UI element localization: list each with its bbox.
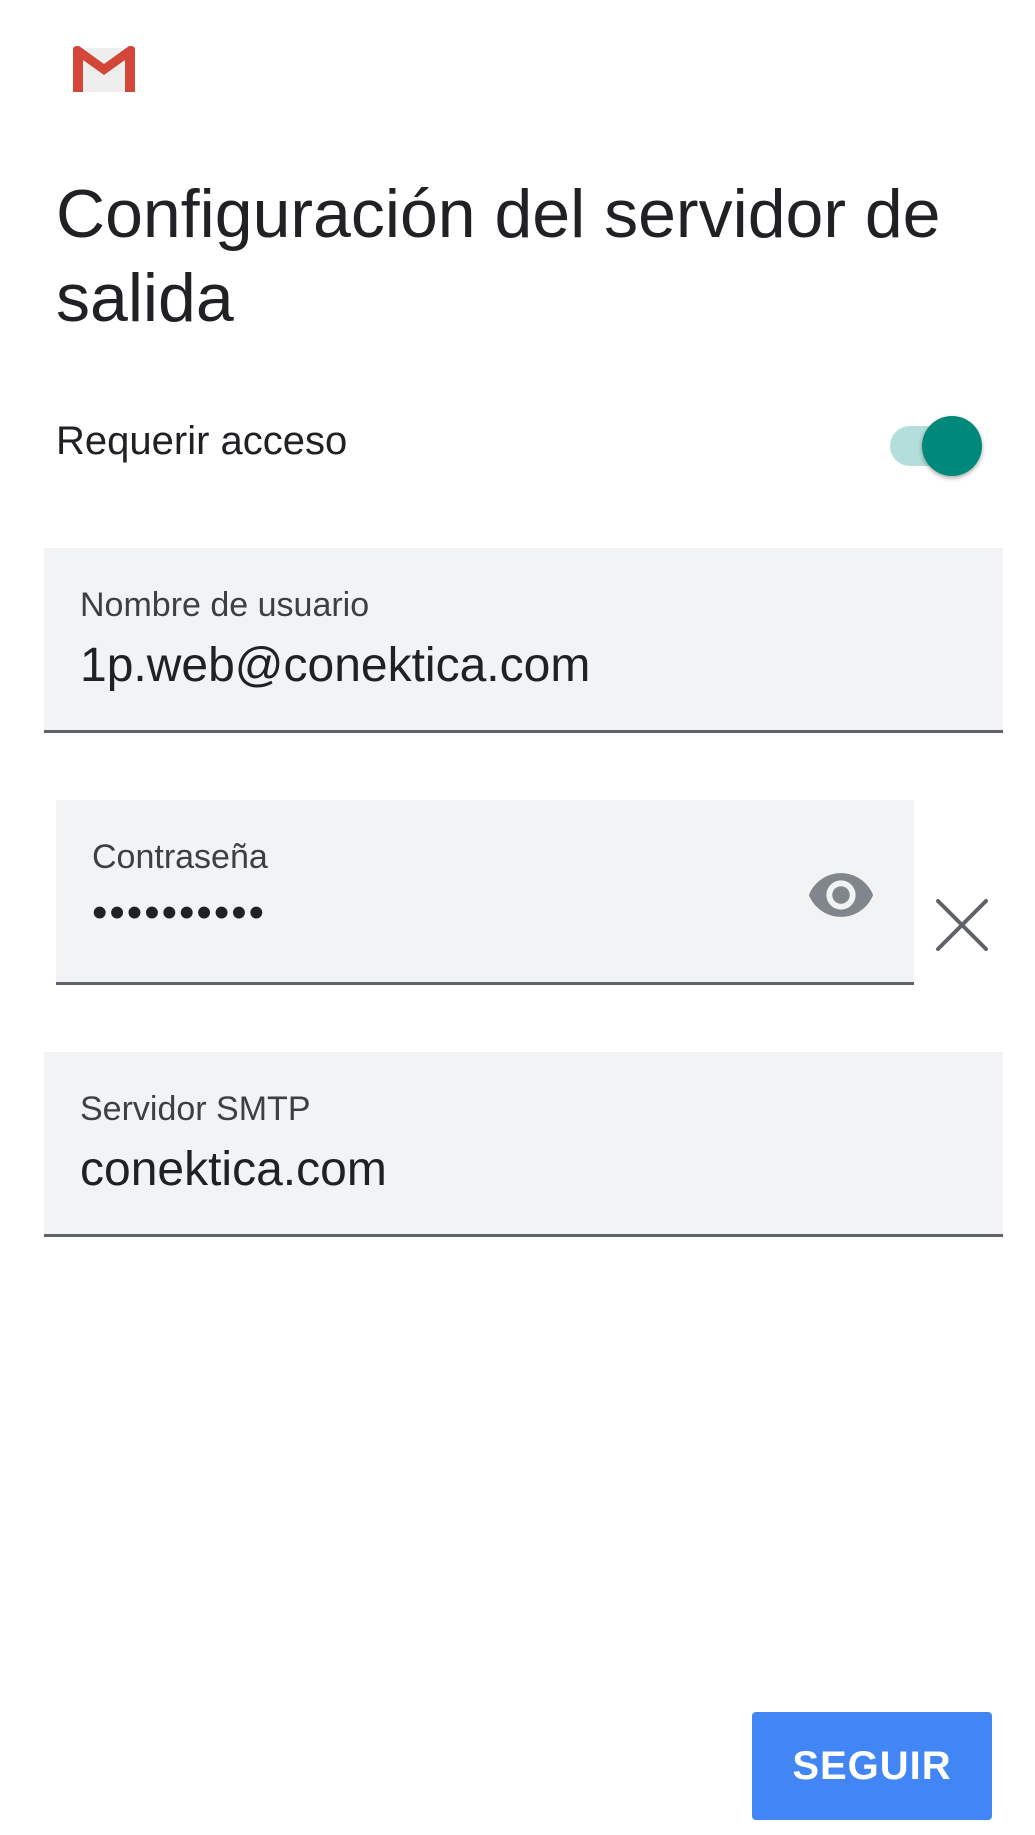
require-access-toggle[interactable] [886, 410, 982, 476]
smtp-server-value[interactable]: conektica.com [80, 1142, 387, 1197]
require-access-row: Requerir acceso [56, 405, 982, 476]
password-value[interactable]: •••••••••• [92, 888, 266, 938]
username-label: Nombre de usuario [80, 586, 370, 624]
page-title: Configuración del servidor de salida [56, 176, 941, 336]
eye-icon[interactable] [806, 860, 876, 930]
smtp-server-label: Servidor SMTP [80, 1090, 311, 1128]
password-field[interactable]: Contraseña •••••••••• [56, 800, 914, 985]
smtp-server-field[interactable]: Servidor SMTP conektica.com [44, 1052, 1003, 1237]
username-value[interactable]: 1p.web@conektica.com [80, 638, 590, 693]
password-label: Contraseña [92, 838, 268, 876]
username-field[interactable]: Nombre de usuario 1p.web@conektica.com [44, 548, 1003, 733]
toggle-thumb [922, 416, 982, 476]
gmail-logo-icon [73, 46, 135, 92]
close-icon[interactable] [934, 897, 990, 953]
next-button[interactable]: SEGUIR [752, 1712, 992, 1820]
require-access-label: Requerir acceso [56, 419, 348, 463]
outgoing-server-settings-screen: Configuración del servidor de salida Req… [0, 0, 1035, 1835]
